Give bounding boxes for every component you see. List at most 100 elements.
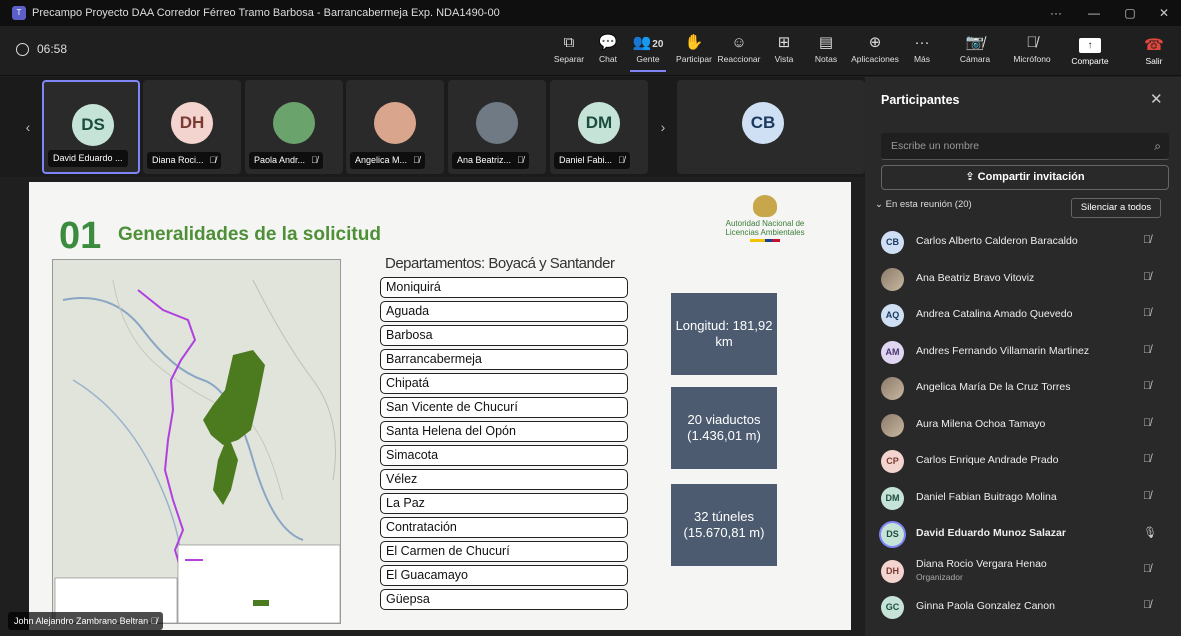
participant-name: Diana Rocio Vergara Henao xyxy=(916,557,1047,570)
participant-name: Ana Beatriz Bravo Vitoviz xyxy=(916,271,1035,284)
participant-name: Daniel Fabian Buitrago Molina xyxy=(916,490,1057,503)
participant-row[interactable]: GC Ginna Paola Gonzalez Canon 🎙̸ xyxy=(865,589,1181,625)
mic-off-icon: 🎙̸ xyxy=(311,155,318,165)
separar-button[interactable]: ⧉ Separar xyxy=(552,32,586,72)
avatar xyxy=(273,102,315,144)
slide-title: Generalidades de la solicitud xyxy=(118,224,381,245)
tile-name-tag: Paola Andr... 🎙̸ xyxy=(249,152,323,169)
avatar: CB xyxy=(881,231,904,254)
avatar: GC xyxy=(881,596,904,619)
participant-row[interactable]: Ana Beatriz Bravo Vitoviz 🎙̸ xyxy=(865,261,1181,297)
mic-off-icon: 🎙̸ xyxy=(1143,599,1152,611)
strip-prev-arrow-icon[interactable]: ‹ xyxy=(18,80,38,174)
municipality-item: San Vicente de Chucurí xyxy=(380,397,628,418)
notas-button[interactable]: ▤ Notas xyxy=(812,32,840,72)
participant-row[interactable]: DH Diana Rocio Vergara Henao Organizador 🎙̸ xyxy=(865,553,1181,589)
avatar: CB xyxy=(742,102,784,144)
share-icon: ⇪ xyxy=(965,171,978,183)
mic-off-icon: 🎙̸ xyxy=(618,155,625,165)
avatar: DH xyxy=(171,102,213,144)
avatar: AQ xyxy=(881,304,904,327)
more-options-icon[interactable]: ··· xyxy=(1038,0,1074,26)
search-input[interactable]: Escribe un nombre ⌕ xyxy=(881,133,1169,160)
video-tile[interactable]: DM Daniel Fabi... 🎙̸ xyxy=(550,80,648,174)
participant-row[interactable]: AQ Andrea Catalina Amado Quevedo 🎙̸ xyxy=(865,297,1181,333)
municipality-item: Vélez xyxy=(380,469,628,490)
restore-button[interactable]: ▢ xyxy=(1112,0,1148,26)
tile-name-tag: Ana Beatriz... 🎙̸ xyxy=(452,152,529,169)
route-map xyxy=(52,259,341,624)
share-screen-icon: ↑ xyxy=(1079,38,1101,53)
minimize-button[interactable]: — xyxy=(1076,0,1112,26)
in-meeting-section-toggle[interactable]: ⌄ En esta reunión (20) xyxy=(875,199,972,210)
participants-panel: Participantes ✕ Escribe un nombre ⌕ ⇪ Com… xyxy=(865,77,1181,636)
mic-off-icon: 🎙̸ xyxy=(209,155,217,165)
strip-next-arrow-icon[interactable]: › xyxy=(653,80,673,174)
video-tile[interactable]: Paola Andr... 🎙̸ xyxy=(245,80,343,174)
municipality-item: Aguada xyxy=(380,301,628,322)
timer-value: 06:58 xyxy=(37,42,68,56)
meeting-timer: 06:58 xyxy=(16,42,67,56)
avatar xyxy=(881,377,904,400)
salir-button[interactable]: ☎ Salir xyxy=(1134,36,1174,70)
flag-bar xyxy=(750,239,780,242)
teams-logo-icon: T xyxy=(12,6,26,20)
participant-row[interactable]: Angelica María De la Cruz Torres 🎙̸ xyxy=(865,370,1181,406)
mas-button[interactable]: ··· Más xyxy=(910,32,934,72)
participant-row[interactable]: AM Andres Fernando Villamarin Martinez 🎙̸ xyxy=(865,334,1181,370)
chat-icon: 💬 xyxy=(598,34,618,51)
pop-out-icon: ⧉ xyxy=(563,34,575,51)
video-tile[interactable]: Ana Beatriz... 🎙̸ xyxy=(448,80,546,174)
avatar xyxy=(374,102,416,144)
mic-off-icon: 🎙̸ xyxy=(1026,34,1038,51)
participant-row[interactable]: DS David Eduardo Munoz Salazar 🎙 xyxy=(865,516,1181,552)
avatar: DS xyxy=(72,104,114,146)
map-graphic xyxy=(53,260,340,623)
aplicaciones-button[interactable]: ⊕ Aplicaciones xyxy=(848,32,902,72)
participant-name: Ginna Paola Gonzalez Canon xyxy=(916,600,1055,612)
mic-off-icon: 🎙̸ xyxy=(150,616,158,626)
participant-row[interactable]: CB Carlos Alberto Calderon Baracaldo 🎙̸ xyxy=(865,224,1181,260)
avatar: DS xyxy=(881,523,904,546)
mic-off-icon: 🎙̸ xyxy=(1143,489,1152,502)
share-invite-button[interactable]: ⇪ Compartir invitación xyxy=(881,165,1169,190)
participant-row[interactable]: Aura Milena Ochoa Tamayo 🎙̸ xyxy=(865,407,1181,443)
video-tile[interactable]: DS David Eduardo ... xyxy=(42,80,140,174)
tile-name-tag: David Eduardo ... xyxy=(48,150,128,167)
close-panel-icon[interactable]: ✕ xyxy=(1150,90,1163,108)
chat-button[interactable]: 💬 Chat xyxy=(594,32,622,72)
info-box: 32 túneles (15.670,81 m) xyxy=(671,484,777,566)
participar-button[interactable]: ✋ Participar xyxy=(674,32,714,72)
info-box: 20 viaductos (1.436,01 m) xyxy=(671,387,777,469)
participant-row[interactable]: CP Carlos Enrique Andrade Prado 🎙̸ xyxy=(865,443,1181,479)
mic-off-icon: 🎙̸ xyxy=(1143,562,1152,575)
reaccionar-button[interactable]: ☺ Reaccionar xyxy=(716,32,762,72)
microfono-button[interactable]: 🎙̸ Micrófono xyxy=(1010,32,1054,72)
mic-off-icon: 🎙̸ xyxy=(517,155,524,165)
camara-button[interactable]: 📷̸ Cámara xyxy=(958,32,992,72)
people-icon: 👥20 xyxy=(632,34,664,51)
hang-up-icon: ☎ xyxy=(1144,37,1164,54)
apps-icon: ⊕ xyxy=(868,34,882,51)
gente-button[interactable]: 👥20 Gente xyxy=(630,32,666,72)
shared-presentation: 01 Generalidades de la solicitud Autorid… xyxy=(29,182,851,630)
municipality-item: La Paz xyxy=(380,493,628,514)
participant-name: Carlos Enrique Andrade Prado xyxy=(916,454,1059,466)
municipality-item: El Guacamayo xyxy=(380,565,628,586)
video-tile[interactable]: CB xyxy=(680,80,865,174)
search-icon: ⌕ xyxy=(1154,139,1161,153)
municipality-item: Contratación xyxy=(380,517,628,538)
video-tile[interactable]: DH Diana Roci... 🎙̸ xyxy=(143,80,241,174)
avatar xyxy=(881,267,904,291)
info-box: Longitud: 181,92 km xyxy=(671,293,777,375)
video-tile[interactable]: Angelica M... 🎙̸ xyxy=(346,80,444,174)
participant-name: Angelica María De la Cruz Torres xyxy=(916,381,1071,393)
mic-off-icon: 🎙̸ xyxy=(1143,453,1152,465)
vista-button[interactable]: ⊞ Vista xyxy=(770,32,798,72)
mute-all-button[interactable]: Silenciar a todos xyxy=(1071,198,1161,218)
avatar xyxy=(476,102,518,144)
close-window-button[interactable]: ✕ xyxy=(1146,0,1181,26)
tile-name-tag: Daniel Fabi... 🎙̸ xyxy=(554,152,630,169)
participant-row[interactable]: DM Daniel Fabian Buitrago Molina 🎙̸ xyxy=(865,480,1181,516)
compartir-button[interactable]: ↑ Comparte xyxy=(1063,36,1117,70)
